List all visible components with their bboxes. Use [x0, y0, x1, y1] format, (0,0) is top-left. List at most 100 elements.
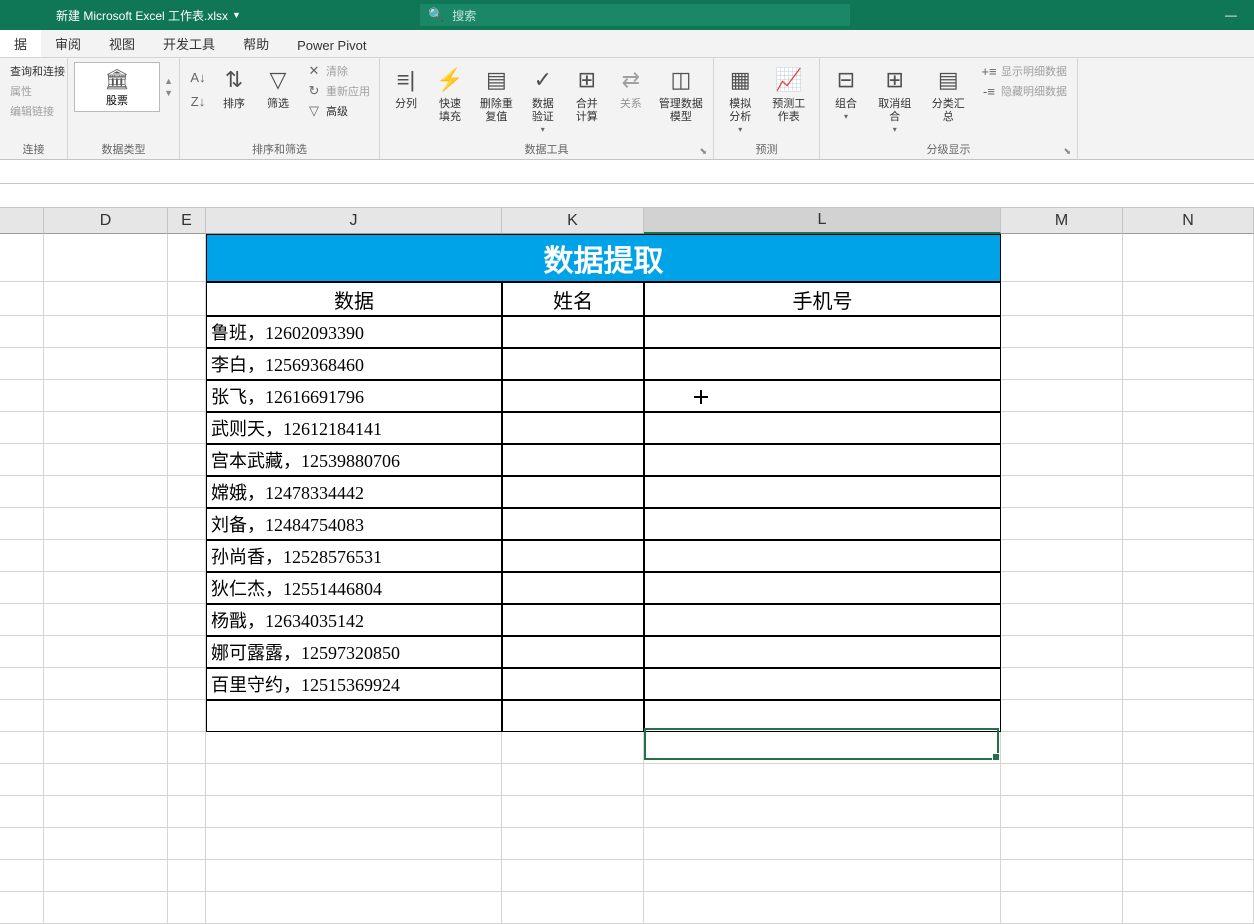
col-header-K[interactable]: K — [502, 208, 644, 234]
sort-desc-button[interactable]: Z↓ — [186, 92, 210, 110]
col-header-D[interactable]: D — [44, 208, 168, 234]
cell-data[interactable]: 鲁班，12602093390 — [206, 316, 502, 348]
cell[interactable] — [1123, 732, 1254, 764]
cell[interactable] — [0, 282, 44, 316]
cell[interactable] — [206, 892, 502, 924]
subtotal-button[interactable]: ▤分类汇总 — [924, 62, 974, 126]
formula-bar[interactable] — [0, 160, 1254, 184]
cell[interactable] — [1123, 476, 1254, 508]
cell-name[interactable] — [502, 508, 644, 540]
properties-button[interactable]: 属性 — [6, 82, 69, 100]
cell[interactable] — [1123, 348, 1254, 380]
tab-view[interactable]: 视图 — [95, 29, 149, 57]
cell[interactable] — [0, 234, 44, 282]
cell-data[interactable]: 嫦娥，12478334442 — [206, 476, 502, 508]
cell[interactable] — [1001, 282, 1123, 316]
cell[interactable] — [502, 700, 644, 732]
cell[interactable] — [0, 668, 44, 700]
cell[interactable] — [44, 604, 168, 636]
cell[interactable] — [0, 732, 44, 764]
cell[interactable] — [1123, 764, 1254, 796]
ungroup-button[interactable]: ⊞取消组合▾ — [870, 62, 920, 136]
table-title[interactable]: 数据提取 — [206, 234, 1001, 282]
cell-data[interactable]: 宫本武藏，12539880706 — [206, 444, 502, 476]
cell-data[interactable]: 李白，12569368460 — [206, 348, 502, 380]
cell[interactable] — [206, 860, 502, 892]
cell[interactable] — [206, 732, 502, 764]
forecast-sheet-button[interactable]: 📈预测工作表 — [764, 62, 813, 126]
cell[interactable] — [0, 316, 44, 348]
cell[interactable] — [1001, 412, 1123, 444]
header-data[interactable]: 数据 — [206, 282, 502, 316]
filter-button[interactable]: ▽ 筛选 — [258, 62, 298, 113]
cell[interactable] — [1123, 860, 1254, 892]
chevron-down-icon[interactable]: ▼ — [232, 10, 241, 20]
cell-name[interactable] — [502, 636, 644, 668]
cell[interactable] — [1123, 892, 1254, 924]
cell[interactable] — [0, 764, 44, 796]
cell[interactable] — [0, 604, 44, 636]
cell[interactable] — [168, 380, 206, 412]
cell-phone[interactable] — [644, 380, 1001, 412]
cell-name[interactable] — [502, 572, 644, 604]
cell-name[interactable] — [502, 348, 644, 380]
cell[interactable] — [1001, 892, 1123, 924]
data-validation-button[interactable]: ✓数据验证▾ — [523, 62, 563, 136]
cell-name[interactable] — [502, 316, 644, 348]
cell-phone[interactable] — [644, 412, 1001, 444]
cell[interactable] — [44, 764, 168, 796]
cell[interactable] — [0, 636, 44, 668]
scroll-down-icon[interactable]: ▼ — [164, 88, 173, 98]
worksheet[interactable]: D E J K L M N 数据提取 数据 姓名 手机号 鲁班，12602093… — [0, 208, 1254, 924]
cell[interactable] — [1123, 604, 1254, 636]
cell[interactable] — [168, 348, 206, 380]
cell[interactable] — [502, 732, 644, 764]
cell[interactable] — [44, 636, 168, 668]
cell-data[interactable]: 百里守约，12515369924 — [206, 668, 502, 700]
cell-name[interactable] — [502, 444, 644, 476]
cell[interactable] — [168, 540, 206, 572]
cell[interactable] — [644, 828, 1001, 860]
cell[interactable] — [168, 860, 206, 892]
stocks-data-type[interactable]: 🏛 股票 — [74, 62, 160, 112]
minimize-button[interactable]: — — [1208, 0, 1254, 30]
cell[interactable] — [1123, 380, 1254, 412]
cell-data[interactable]: 杨戬，12634035142 — [206, 604, 502, 636]
cell-phone[interactable] — [644, 540, 1001, 572]
cell[interactable] — [44, 892, 168, 924]
cell[interactable] — [1001, 316, 1123, 348]
cell[interactable] — [1001, 380, 1123, 412]
cell[interactable] — [44, 282, 168, 316]
cell[interactable] — [1001, 476, 1123, 508]
cell[interactable] — [168, 636, 206, 668]
cell[interactable] — [0, 508, 44, 540]
cell[interactable] — [44, 412, 168, 444]
cell-phone[interactable] — [644, 508, 1001, 540]
cell-name[interactable] — [502, 412, 644, 444]
cell[interactable] — [168, 412, 206, 444]
cell[interactable] — [44, 476, 168, 508]
cell[interactable] — [1123, 316, 1254, 348]
cell-name[interactable] — [502, 540, 644, 572]
col-header-L[interactable]: L — [644, 208, 1001, 234]
cell[interactable] — [168, 764, 206, 796]
header-phone[interactable]: 手机号 — [644, 282, 1001, 316]
cell[interactable] — [0, 476, 44, 508]
cell[interactable] — [1123, 700, 1254, 732]
cell[interactable] — [0, 444, 44, 476]
text-to-columns-button[interactable]: ≡|分列 — [386, 62, 426, 113]
cell-phone[interactable] — [644, 604, 1001, 636]
cell-phone[interactable] — [644, 476, 1001, 508]
cell[interactable] — [1001, 348, 1123, 380]
flash-fill-button[interactable]: ⚡快速填充 — [430, 62, 470, 126]
advanced-button[interactable]: ▽高级 — [302, 102, 374, 120]
cell[interactable] — [0, 348, 44, 380]
cell[interactable] — [168, 234, 206, 282]
cell[interactable] — [0, 700, 44, 732]
cell-name[interactable] — [502, 476, 644, 508]
cell-name[interactable] — [502, 668, 644, 700]
cell[interactable] — [44, 540, 168, 572]
cell[interactable] — [502, 892, 644, 924]
cell[interactable] — [1001, 796, 1123, 828]
cell[interactable] — [44, 732, 168, 764]
